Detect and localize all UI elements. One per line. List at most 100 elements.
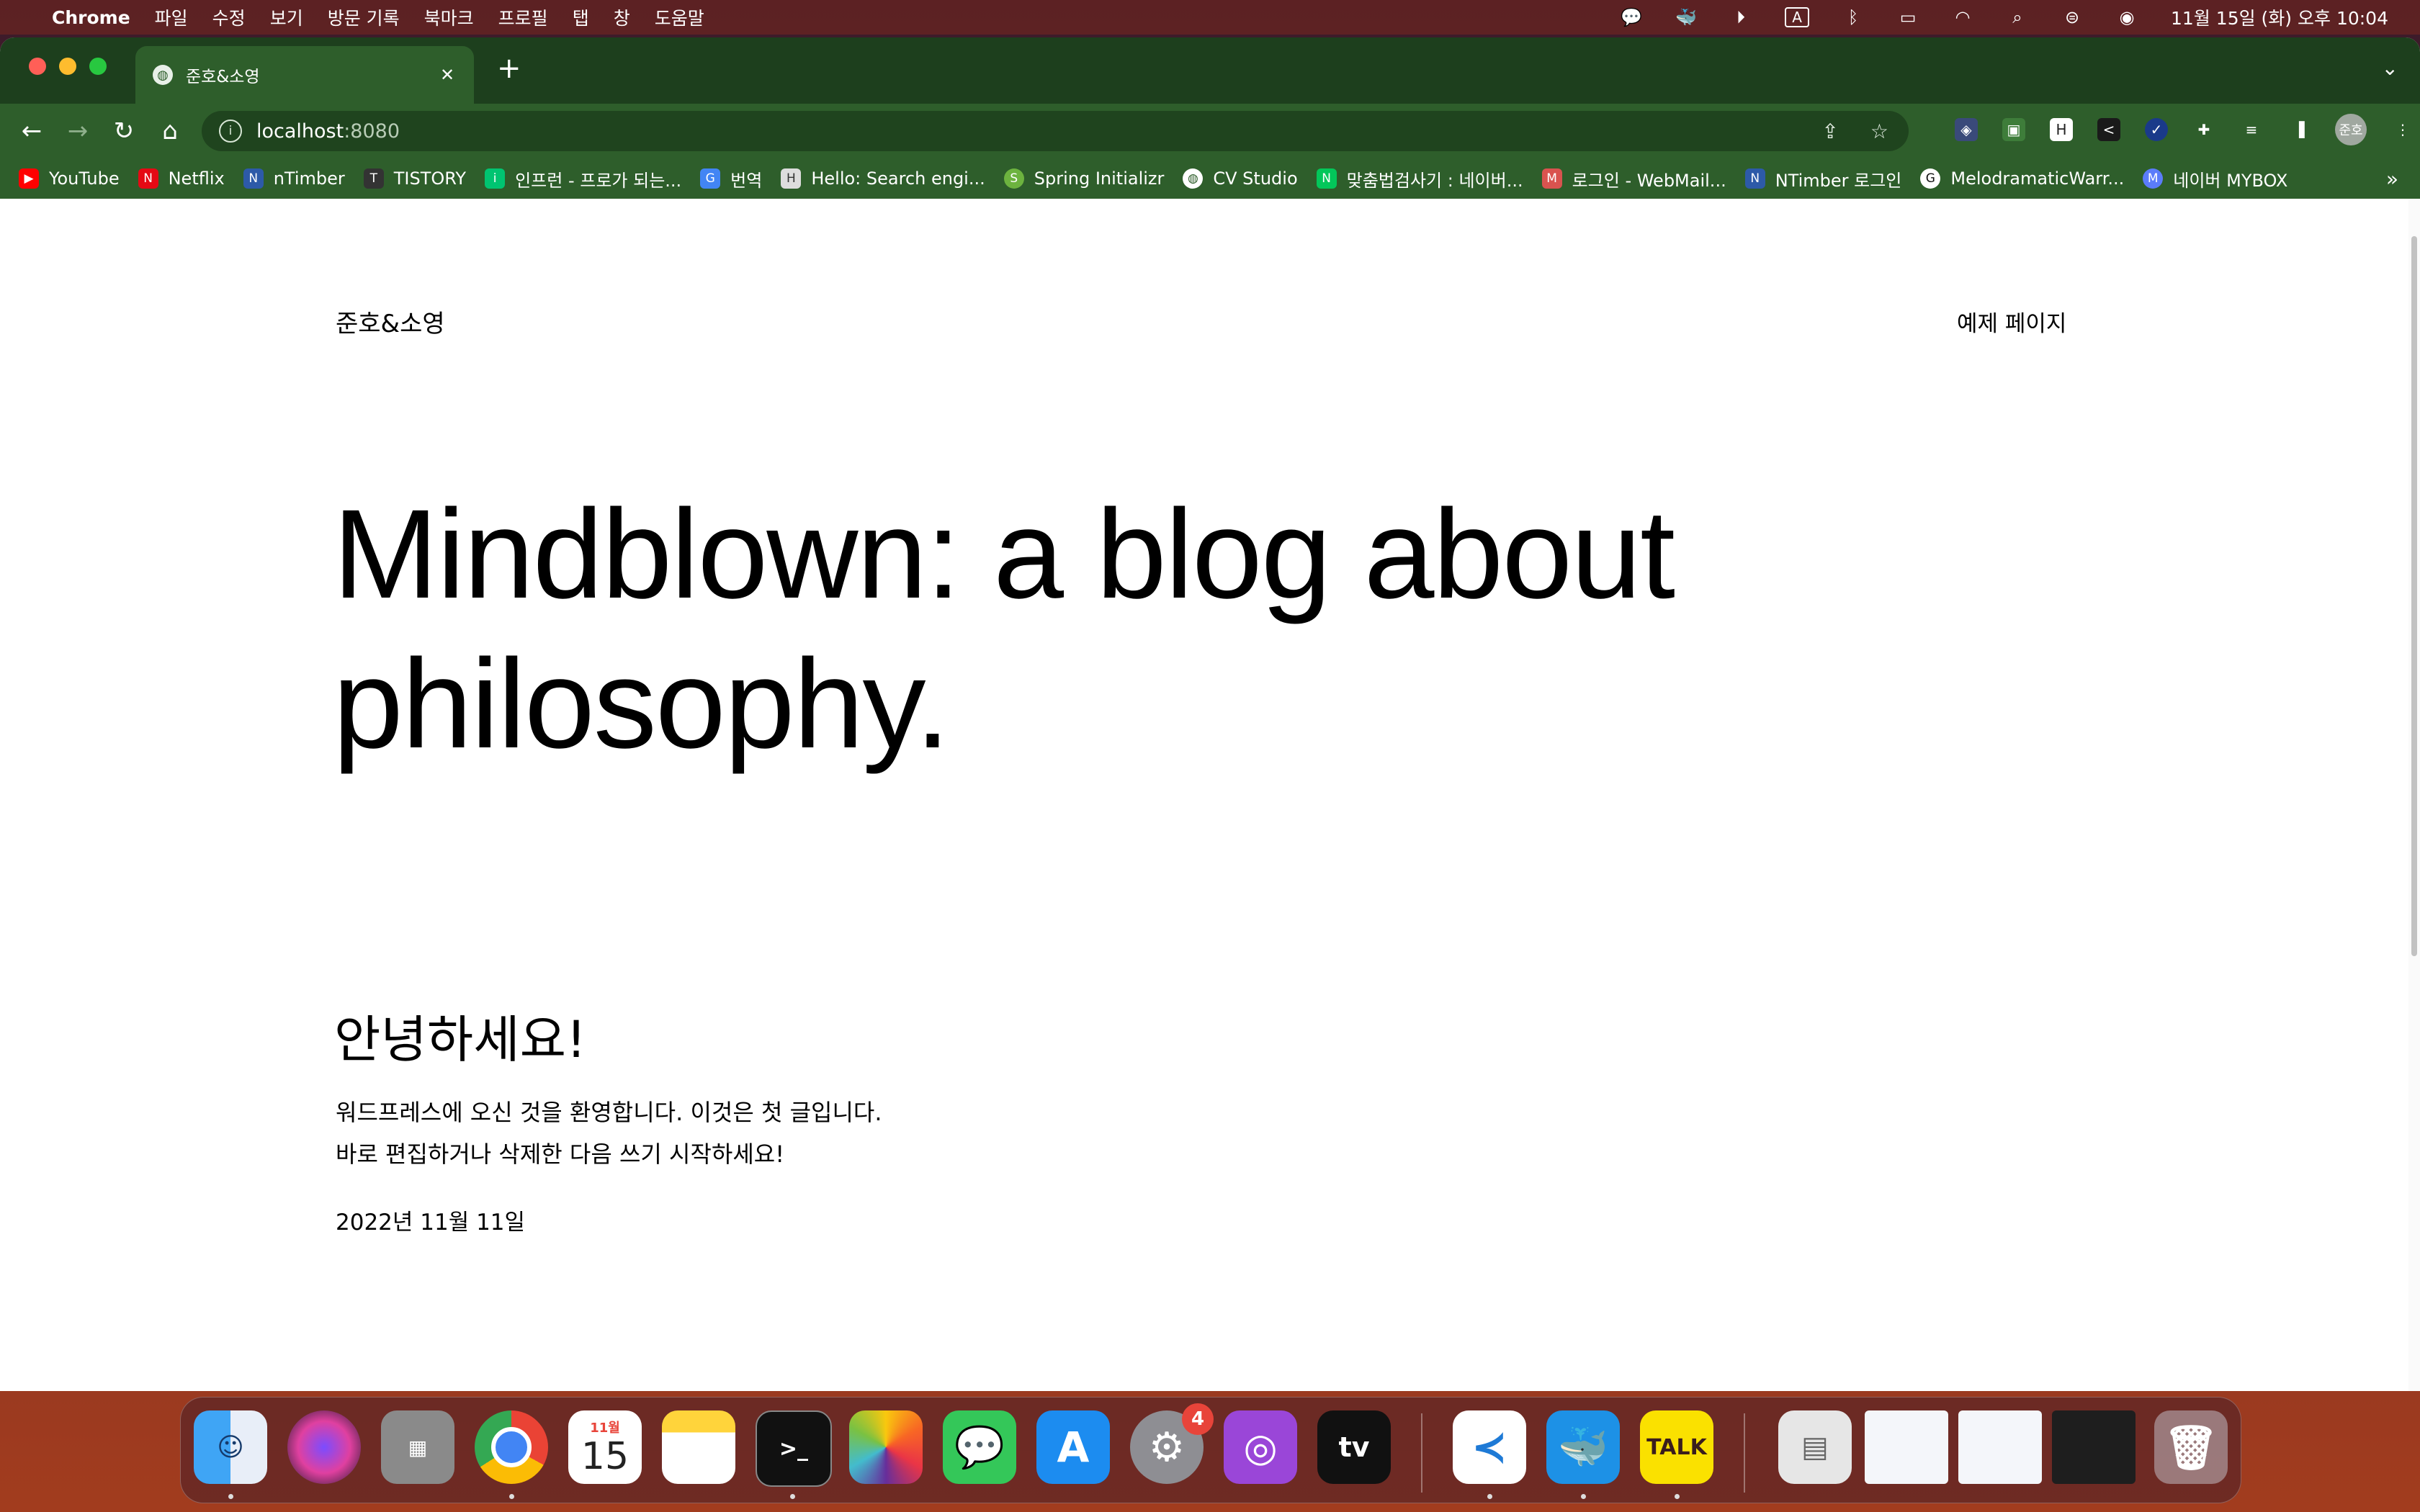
- scrollbar-thumb[interactable]: [2411, 236, 2417, 956]
- youtube-icon: ▶: [19, 168, 39, 189]
- menu-bookmarks[interactable]: 북마크: [424, 4, 474, 30]
- calendar-month: 11월: [590, 1421, 620, 1436]
- close-window-button[interactable]: [29, 58, 46, 75]
- github-icon: G: [1920, 168, 1941, 189]
- photos-icon[interactable]: [849, 1410, 923, 1484]
- bookmarks-overflow-button[interactable]: »: [2386, 167, 2398, 191]
- close-tab-icon[interactable]: ✕: [436, 65, 458, 85]
- extension-icon[interactable]: ◈: [1955, 118, 1978, 141]
- nav-link-sample-page[interactable]: 예제 페이지: [1957, 305, 2066, 338]
- terminal-icon[interactable]: >_: [756, 1410, 832, 1487]
- menu-edit[interactable]: 수정: [212, 4, 246, 30]
- kakaotalk-icon[interactable]: TALK: [1640, 1410, 1713, 1484]
- puzzle-icon[interactable]: ✚: [2192, 118, 2215, 141]
- wifi-icon[interactable]: ◠: [1952, 7, 1973, 27]
- forward-button[interactable]: →: [55, 117, 101, 145]
- control-center-icon[interactable]: ⊜: [2061, 7, 2083, 27]
- minimized-window-thumbnail[interactable]: [2052, 1410, 2136, 1484]
- more-menu-icon[interactable]: ⋮: [2391, 118, 2414, 141]
- podcasts-icon[interactable]: ◎: [1224, 1410, 1297, 1484]
- notification-icon[interactable]: 💬: [1621, 7, 1642, 27]
- menu-history[interactable]: 방문 기록: [328, 4, 400, 30]
- siri-icon[interactable]: [287, 1410, 361, 1484]
- menu-tab[interactable]: 탭: [573, 4, 589, 30]
- new-tab-button[interactable]: +: [497, 52, 521, 85]
- side-panel-icon[interactable]: ▐: [2287, 118, 2311, 141]
- docker-icon[interactable]: 🐳: [1546, 1410, 1620, 1484]
- checkmark-extension-icon[interactable]: ✓: [2145, 118, 2168, 141]
- bookmark-item[interactable]: H Hello: Search engi...: [781, 168, 985, 189]
- extension-icon[interactable]: H: [2050, 118, 2073, 141]
- page-scrollbar[interactable]: [2408, 199, 2420, 1391]
- post-date[interactable]: 2022년 11월 11일: [336, 1204, 525, 1236]
- trash-icon[interactable]: 🗑: [2154, 1410, 2228, 1484]
- bookmark-label: Netflix: [168, 168, 225, 189]
- bookmark-item[interactable]: S Spring Initializr: [1003, 168, 1164, 189]
- running-indicator: [509, 1494, 514, 1499]
- menu-help[interactable]: 도움말: [655, 4, 704, 30]
- bluetooth-icon[interactable]: ᛒ: [1842, 7, 1864, 27]
- bookmark-item[interactable]: ◍ CV Studio: [1183, 168, 1298, 189]
- bookmark-label: 인프런 - 프로가 되는...: [515, 170, 682, 191]
- address-bar[interactable]: i localhost:8080 ⇪ ☆: [202, 111, 1909, 151]
- media-control-icon[interactable]: ≡: [2240, 118, 2263, 141]
- launchpad-icon[interactable]: ▦: [381, 1410, 454, 1484]
- bookmark-item[interactable]: N 맞춤법검사기 : 네이버...: [1316, 166, 1523, 192]
- bookmark-item[interactable]: N NTimber 로그인: [1744, 166, 1901, 192]
- app-menu[interactable]: Chrome: [52, 7, 130, 28]
- bookmark-item[interactable]: NnTimber: [243, 168, 345, 189]
- menu-view[interactable]: 보기: [270, 4, 303, 30]
- tab-search-icon[interactable]: ⌄: [2382, 56, 2398, 80]
- web-page: 준호&소영 예제 페이지 Mindblown: a blog about phi…: [0, 199, 2408, 1391]
- minimize-window-button[interactable]: [59, 58, 76, 75]
- bookmark-label: nTimber: [273, 168, 345, 189]
- play-icon[interactable]: ⏵: [1730, 7, 1752, 27]
- bookmark-item[interactable]: ▶ YouTube: [19, 168, 120, 189]
- finder-icon[interactable]: ☺: [194, 1410, 267, 1484]
- menu-file[interactable]: 파일: [155, 4, 188, 30]
- bookmark-item[interactable]: G 번역: [700, 166, 762, 192]
- running-indicator: [790, 1494, 795, 1499]
- system-settings-icon[interactable]: ⚙ 4: [1130, 1403, 1214, 1484]
- menubar-clock[interactable]: 11월 15일 (화) 오후 10:04: [2171, 4, 2388, 30]
- profile-avatar[interactable]: 준호: [2335, 114, 2367, 145]
- back-button[interactable]: ←: [9, 117, 55, 145]
- tab-active[interactable]: ◍ 준호&소영 ✕: [135, 46, 474, 104]
- site-title[interactable]: 준호&소영: [336, 304, 445, 339]
- share-icon[interactable]: ⇪: [1821, 120, 1838, 143]
- vscode-icon[interactable]: ≺: [1453, 1410, 1526, 1484]
- battery-icon[interactable]: ▭: [1897, 7, 1919, 27]
- calendar-icon[interactable]: 11월 15: [568, 1410, 642, 1484]
- bookmark-item[interactable]: M 로그인 - WebMail...: [1541, 166, 1726, 192]
- tistory-icon: T: [363, 168, 384, 189]
- home-button[interactable]: ⌂: [147, 117, 193, 145]
- fullscreen-window-button[interactable]: [89, 58, 107, 75]
- minimized-window-thumbnail[interactable]: [1865, 1410, 1948, 1484]
- minimized-window-thumbnail[interactable]: [1958, 1410, 2042, 1484]
- app-store-icon[interactable]: A: [1036, 1410, 1110, 1484]
- post-title[interactable]: 안녕하세요!: [334, 999, 586, 1072]
- siri-icon[interactable]: ◉: [2116, 7, 2138, 27]
- notes-icon[interactable]: [662, 1410, 735, 1484]
- apple-tv-icon[interactable]: tv: [1317, 1410, 1391, 1484]
- bookmark-star-icon[interactable]: ☆: [1870, 120, 1888, 143]
- site-info-icon[interactable]: i: [219, 120, 242, 143]
- bookmark-item[interactable]: N Netflix: [138, 168, 225, 189]
- reload-button[interactable]: ↻: [101, 117, 147, 145]
- menu-window[interactable]: 창: [614, 4, 630, 30]
- bookmark-item[interactable]: T TISTORY: [363, 168, 466, 189]
- bookmark-item[interactable]: i 인프런 - 프로가 되는...: [485, 166, 681, 192]
- chrome-icon[interactable]: [475, 1410, 548, 1484]
- menu-profile[interactable]: 프로필: [498, 4, 548, 30]
- bookmark-item[interactable]: G MelodramaticWarr...: [1920, 168, 2124, 189]
- messages-icon[interactable]: 💬: [943, 1410, 1016, 1484]
- disk-image-icon[interactable]: ▤: [1778, 1410, 1852, 1484]
- extension-icon[interactable]: ▣: [2002, 118, 2025, 141]
- spotlight-icon[interactable]: ⌕: [2007, 7, 2028, 27]
- docker-icon[interactable]: 🐳: [1675, 7, 1697, 27]
- input-source-icon[interactable]: A: [1785, 7, 1810, 27]
- extension-icon[interactable]: <: [2097, 118, 2120, 141]
- kakaotalk-label: TALK: [1646, 1434, 1707, 1460]
- mybox-icon: M: [2143, 168, 2164, 189]
- bookmark-item[interactable]: M 네이버 MYBOX: [2143, 166, 2287, 192]
